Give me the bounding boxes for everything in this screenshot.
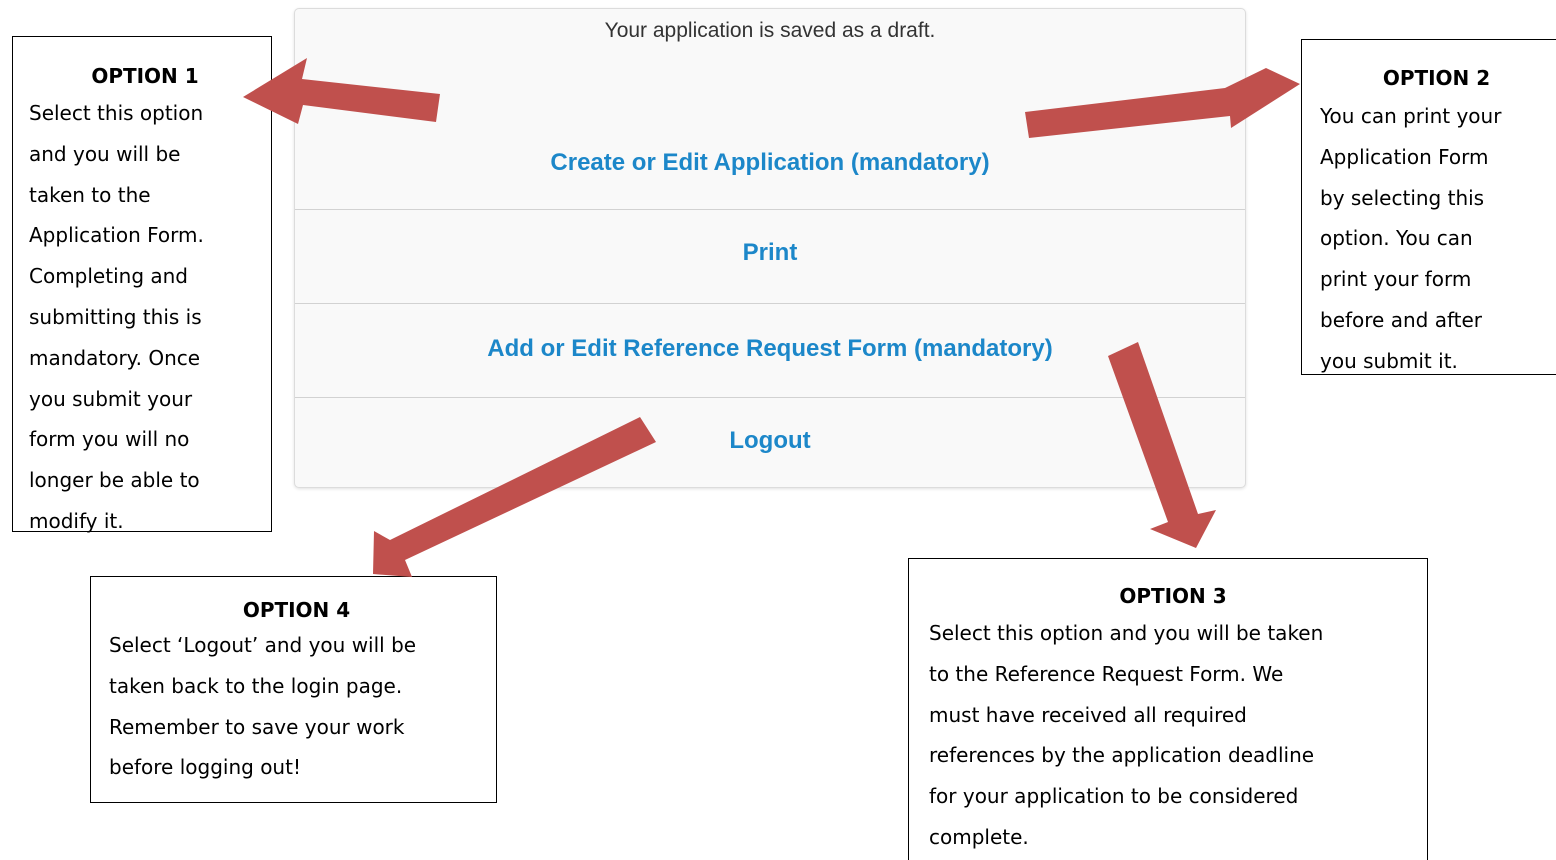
option4-title: OPTION 4	[242, 598, 351, 622]
divider	[295, 303, 1245, 304]
option3-line: references by the application deadline	[929, 743, 1315, 768]
divider	[295, 397, 1245, 398]
option1-line: and you will be	[29, 141, 181, 166]
option4-callout: OPTION 4 Select ‘Logout’ and you will be…	[90, 576, 497, 803]
option3-callout: OPTION 3 Select this option and you will…	[908, 558, 1428, 860]
print-link[interactable]: Print	[295, 239, 1245, 267]
application-panel: Your application is saved as a draft. Cr…	[294, 8, 1246, 488]
option3-line: Select this option and you will be taken	[929, 621, 1324, 645]
option1-line: Completing and	[29, 264, 188, 289]
option1-line: taken to the	[29, 182, 151, 207]
option4-line: Remember to save your work	[109, 714, 405, 739]
option3-line: for your application to be considered	[929, 784, 1299, 809]
option4-line: before logging out!	[109, 755, 301, 780]
option4-text: Select ‘Logout’ and you will be taken ba…	[109, 625, 484, 788]
option1-line: modify it.	[29, 508, 124, 533]
option2-line: Application Form	[1320, 144, 1489, 169]
draft-status-message: Your application is saved as a draft.	[604, 19, 936, 42]
option3-title: OPTION 3	[1119, 584, 1227, 608]
option4-line: taken back to the login page.	[109, 673, 403, 698]
option1-line: submitting this is	[29, 304, 202, 329]
option1-callout: OPTION 1 Select this option and you will…	[12, 36, 272, 533]
create-edit-application-link[interactable]: Create or Edit Application (mandatory)	[295, 149, 1245, 177]
option2-title: OPTION 2	[1382, 66, 1491, 90]
option1-title: OPTION 1	[91, 64, 199, 88]
option1-line: Select this option	[29, 101, 204, 125]
option1-line: form you will no	[29, 427, 190, 452]
option2-line: you submit it.	[1320, 348, 1458, 373]
option2-line: You can print your	[1320, 104, 1502, 128]
option2-line: before and after	[1320, 307, 1483, 332]
option2-line: option. You can	[1320, 226, 1473, 251]
option1-text: Select this option and you will be taken…	[29, 93, 261, 542]
option1-line: longer be able to	[29, 468, 200, 493]
option2-callout: OPTION 2 You can print your Application …	[1301, 39, 1556, 375]
option3-line: complete.	[929, 824, 1029, 849]
option2-text: You can print your Application Form by s…	[1320, 96, 1553, 382]
option1-line: Application Form.	[29, 223, 204, 248]
option1-line: you submit your	[29, 386, 193, 411]
option2-line: print your form	[1320, 267, 1472, 292]
option3-line: to the Reference Request Form. We	[929, 661, 1284, 686]
option3-text: Select this option and you will be taken…	[929, 613, 1417, 858]
option1-line: mandatory. Once	[29, 345, 201, 370]
option2-line: by selecting this	[1320, 185, 1485, 210]
logout-link[interactable]: Logout	[295, 427, 1245, 455]
option3-line: must have received all required	[929, 702, 1247, 727]
add-edit-reference-request-link[interactable]: Add or Edit Reference Request Form (mand…	[295, 335, 1245, 363]
divider	[295, 209, 1245, 210]
option4-line: Select ‘Logout’ and you will be	[109, 633, 417, 657]
